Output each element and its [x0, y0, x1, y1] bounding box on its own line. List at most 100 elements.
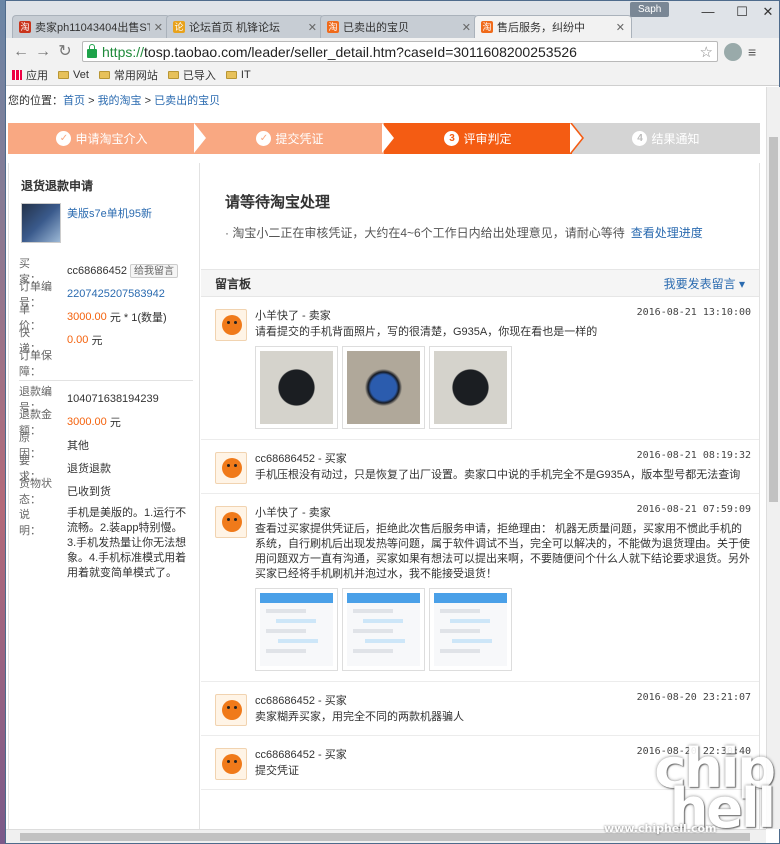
- chat-screenshot: [260, 593, 333, 666]
- attachment-thumbnail[interactable]: [255, 346, 338, 429]
- attachment-thumbnail[interactable]: [429, 588, 512, 671]
- bookmark-label: 常用网站: [113, 70, 158, 82]
- message-author: 小羊快了 - 卖家: [255, 507, 331, 519]
- avatar: [215, 748, 247, 780]
- message-time: 2016-08-20 23:21:07: [636, 692, 751, 703]
- vertical-scrollbar[interactable]: [766, 87, 780, 829]
- check-icon: ✓: [56, 131, 72, 146]
- leave-message-button[interactable]: 给我留言: [129, 263, 178, 278]
- step-review: 3 评审判定: [384, 122, 584, 154]
- profile-badge[interactable]: Saph: [630, 2, 670, 17]
- scrollbar-thumb[interactable]: [769, 137, 778, 502]
- message-time: 2016-08-21 13:10:00: [636, 307, 751, 318]
- refund-description: 手机是美版的。1.运行不流畅。2.装app特别慢。3.手机发热量让你无法想象。4…: [67, 507, 187, 579]
- refund-request: 退货退款: [67, 462, 111, 475]
- tab-strip: 淘 卖家ph11043404出售ST ✕ 论 论坛首页 机锋论坛 ✕ 淘 已卖出…: [6, 1, 779, 38]
- product-link[interactable]: 美版s7e单机95新: [67, 205, 152, 259]
- step-label: 评审判定: [463, 132, 512, 146]
- step-label: 提交凭证: [275, 132, 324, 146]
- chiphell-watermark: chip hell www.chiphell.com: [604, 742, 780, 836]
- folder-icon: [225, 71, 237, 79]
- product-card[interactable]: 美版s7e单机95新: [9, 203, 199, 259]
- close-icon[interactable]: ✕: [462, 21, 471, 34]
- bookmark-label: Vet: [73, 69, 89, 81]
- apps-icon: [12, 70, 22, 80]
- bookmark-imported[interactable]: 已导入: [167, 67, 216, 83]
- step-number: 3: [444, 131, 460, 146]
- message-text: 查看过买家提供凭证后，拒绝此次售后服务申请，拒绝理由： 机器无质量问题，买家用不…: [255, 523, 750, 580]
- taobao-icon: 淘: [327, 21, 339, 33]
- close-icon[interactable]: ✕: [616, 21, 625, 34]
- step-label: 申请淘宝介入: [75, 132, 148, 146]
- url-scheme: https://: [102, 43, 145, 60]
- close-icon[interactable]: ✕: [154, 21, 163, 34]
- message-attachments: [255, 346, 751, 429]
- step-arrow: [382, 122, 396, 153]
- product-thumbnail[interactable]: [21, 203, 61, 243]
- back-icon[interactable]: ←: [10, 41, 32, 63]
- avatar: [215, 506, 247, 538]
- bookmark-it[interactable]: IT: [225, 69, 251, 81]
- breadcrumb-my-taobao[interactable]: 我的淘宝: [98, 95, 142, 107]
- address-bar[interactable]: https:// tosp.taobao.com/leader/seller_d…: [82, 41, 718, 62]
- forward-icon[interactable]: →: [32, 41, 54, 63]
- goods-status-row: 货物状态： 已收到货: [9, 478, 199, 506]
- order-number-link[interactable]: 2207425207583942: [67, 288, 165, 300]
- folder-icon: [58, 71, 69, 79]
- bookmark-star-icon[interactable]: ☆: [700, 43, 713, 61]
- bookmark-common-sites[interactable]: 常用网站: [98, 67, 158, 83]
- breadcrumb-separator: >: [144, 95, 152, 107]
- tab-seller-listing[interactable]: 淘 卖家ph11043404出售ST ✕: [12, 15, 170, 38]
- breadcrumb-sold-items[interactable]: 已卖出的宝贝: [154, 95, 220, 107]
- reload-icon[interactable]: ↻: [54, 41, 76, 63]
- bookmark-vet[interactable]: Vet: [58, 69, 89, 81]
- message-text: 手机压根没有动过，只是恢复了出厂设置。卖家口中说的手机完全不是G935A，版本型…: [255, 469, 741, 481]
- message-text: 请看提交的手机背面照片，写的很清楚，G935A，你现在看也是一样的: [255, 326, 598, 338]
- tab-label: 已卖出的宝贝: [343, 22, 409, 34]
- breadcrumb-prefix: 您的位置：: [8, 95, 63, 107]
- bookmarks-bar: 应用 Vet 常用网站 已导入 IT: [6, 65, 779, 86]
- chat-screenshot: [434, 593, 507, 666]
- extension-icon[interactable]: [724, 42, 742, 61]
- view-progress-link[interactable]: 查看处理进度: [631, 226, 703, 240]
- guarantee-row: 订单保障：: [9, 350, 199, 378]
- attachment-thumbnail[interactable]: [429, 346, 512, 429]
- message-author: cc68686452 - 买家: [255, 695, 347, 707]
- unit-price: 3000.00: [67, 310, 107, 323]
- message-board-header: 留言板 我要发表留言 ▾: [201, 269, 759, 297]
- breadcrumb-separator: >: [88, 95, 95, 107]
- step-result: 4 结果通知: [572, 123, 760, 154]
- bookmark-apps[interactable]: 应用: [12, 67, 48, 83]
- bookmark-label: 已导入: [182, 70, 216, 82]
- menu-icon[interactable]: ≡: [748, 44, 756, 60]
- tab-forum[interactable]: 论 论坛首页 机锋论坛 ✕: [166, 15, 324, 38]
- avatar: [215, 452, 247, 484]
- message-item: 小羊快了 - 卖家 2016-08-21 07:59:09 查看过买家提供凭证后，…: [201, 494, 759, 682]
- message-item: cc68686452 - 买家 2016-08-21 08:19:32 手机压根没…: [201, 440, 759, 494]
- close-icon[interactable]: ✕: [308, 21, 317, 34]
- tab-label: 售后服务，纠纷中: [497, 22, 585, 34]
- browser-window: 淘 卖家ph11043404出售ST ✕ 论 论坛首页 机锋论坛 ✕ 淘 已卖出…: [5, 0, 780, 844]
- phone-front-photo: [347, 351, 420, 424]
- taobao-icon: 淘: [481, 21, 493, 33]
- post-message-link[interactable]: 我要发表留言 ▾: [664, 275, 745, 292]
- tab-sold-items[interactable]: 淘 已卖出的宝贝 ✕: [320, 15, 478, 38]
- breadcrumb-home[interactable]: 首页: [63, 95, 85, 107]
- currency-unit: 元: [91, 334, 103, 347]
- browser-toolbar: ← → ↻ https:// tosp.taobao.com/leader/se…: [6, 38, 779, 65]
- message-item: cc68686452 - 买家 2016-08-20 23:21:07 卖家糊弄买…: [201, 682, 759, 736]
- field-label: 货物状态：: [19, 477, 52, 506]
- step-arrow: [194, 122, 208, 153]
- close-window-icon[interactable]: ✕: [746, 1, 780, 23]
- message-item: 小羊快了 - 卖家 2016-08-21 13:10:00 请看提交的手机背面照片…: [201, 297, 759, 440]
- progress-steps: ✓ 申请淘宝介入 ✓ 提交凭证 3 评审判定 4 结果通知: [8, 122, 760, 154]
- sidebar-title: 退货退款申请: [21, 179, 94, 193]
- attachment-thumbnail[interactable]: [255, 588, 338, 671]
- attachment-thumbnail[interactable]: [342, 588, 425, 671]
- tab-after-sale[interactable]: 淘 售后服务，纠纷中 ✕: [474, 15, 632, 38]
- attachment-thumbnail[interactable]: [342, 346, 425, 429]
- pending-text: · 淘宝小二正在审核凭证，大约在4~6个工作日内给出处理意见，请耐心等待: [225, 226, 625, 240]
- bookmark-label: 应用: [26, 70, 48, 82]
- breadcrumb: 您的位置：首页 > 我的淘宝 > 已卖出的宝贝: [6, 87, 766, 115]
- message-attachments: [255, 588, 751, 671]
